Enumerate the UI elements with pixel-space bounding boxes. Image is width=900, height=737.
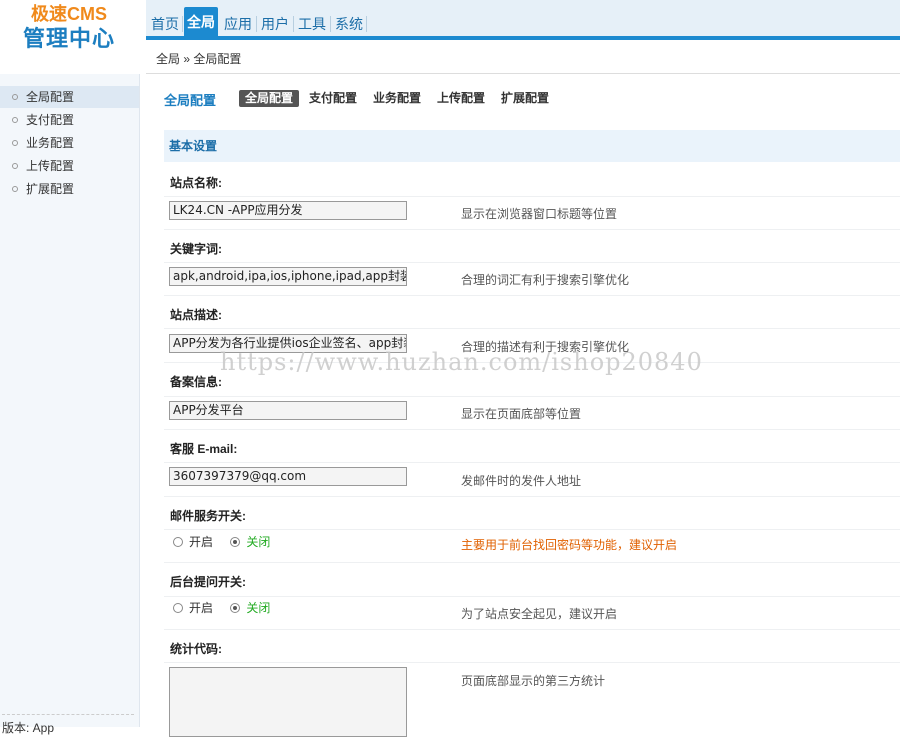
mail-off-radio[interactable] xyxy=(230,536,241,547)
keywords-label: 关键字词: xyxy=(170,242,222,256)
nav-apps[interactable]: 应用 xyxy=(221,12,255,36)
bullet-icon xyxy=(12,185,18,192)
stats-hint: 页面底部显示的第三方统计 xyxy=(461,674,606,688)
icp-hint: 显示在页面底部等位置 xyxy=(461,407,582,421)
nav-tools[interactable]: 工具 xyxy=(295,12,329,36)
question-off-radio[interactable] xyxy=(230,602,241,613)
version-text: 版本: App xyxy=(2,714,134,736)
stats-label: 统计代码: xyxy=(170,642,222,656)
keywords-hint: 合理的词汇有利于搜索引擎优化 xyxy=(461,273,630,287)
top-nav: 首页 全局 应用 用户 工具 系统 xyxy=(146,0,900,40)
sidebar-item-global[interactable]: 全局配置 xyxy=(0,86,139,108)
sidebar-item-payment[interactable]: 支付配置 xyxy=(0,109,139,131)
site-name-hint: 显示在浏览器窗口标题等位置 xyxy=(461,207,618,221)
row-divider xyxy=(164,262,900,263)
mail-off-label[interactable]: 关闭 xyxy=(246,535,270,549)
mail-switch-label: 邮件服务开关: xyxy=(170,509,246,523)
icp-label: 备案信息: xyxy=(170,375,222,389)
sidebar-item-label: 上传配置 xyxy=(26,159,75,173)
nav-divider xyxy=(366,16,367,32)
description-label: 站点描述: xyxy=(170,308,222,322)
row-divider xyxy=(164,629,900,630)
mail-switch-radios: 开启 关闭 xyxy=(173,534,284,550)
nav-users[interactable]: 用户 xyxy=(258,12,292,36)
sidebar-item-label: 全局配置 xyxy=(26,90,75,104)
nav-divider xyxy=(256,16,257,32)
row-divider xyxy=(164,662,900,663)
logo-top-text: 极速CMS xyxy=(31,4,107,24)
bullet-icon xyxy=(12,139,18,146)
description-hint: 合理的描述有利于搜索引擎优化 xyxy=(461,340,630,354)
tab-payment[interactable]: 支付配置 xyxy=(303,90,363,107)
mail-on-label[interactable]: 开启 xyxy=(189,535,213,549)
nav-home[interactable]: 首页 xyxy=(148,12,182,36)
bullet-icon xyxy=(12,116,18,123)
row-divider xyxy=(164,396,900,397)
sidebar: 全局配置 支付配置 业务配置 上传配置 扩展配置 版本: App xyxy=(0,74,140,735)
tab-upload[interactable]: 上传配置 xyxy=(431,90,491,107)
bullet-icon xyxy=(12,162,18,169)
sidebar-gutter xyxy=(140,74,146,727)
nav-global[interactable]: 全局 xyxy=(184,7,218,36)
row-divider xyxy=(164,362,900,363)
row-divider xyxy=(164,295,900,296)
tab-extension[interactable]: 扩展配置 xyxy=(495,90,555,107)
email-hint: 发邮件时的发件人地址 xyxy=(461,474,582,488)
question-switch-hint: 为了站点安全起见，建议开启 xyxy=(461,607,618,621)
row-divider xyxy=(164,196,900,197)
bullet-icon xyxy=(12,93,18,100)
header: 极速CMS 管理中心 首页 全局 应用 用户 工具 系统 xyxy=(0,0,900,51)
logo[interactable]: 极速CMS 管理中心 xyxy=(14,3,124,59)
email-label: 客服 E-mail: xyxy=(170,442,238,456)
nav-divider xyxy=(182,16,183,32)
nav-divider xyxy=(293,16,294,32)
row-divider xyxy=(164,596,900,597)
row-divider xyxy=(164,496,900,497)
row-divider xyxy=(164,462,900,463)
sidebar-item-label: 扩展配置 xyxy=(26,182,75,196)
icp-input[interactable]: APP分发平台 xyxy=(169,401,407,420)
tab-business[interactable]: 业务配置 xyxy=(367,90,427,107)
tab-global[interactable]: 全局配置 xyxy=(239,90,300,107)
page-title: 全局配置 xyxy=(164,93,217,108)
row-divider xyxy=(164,229,900,230)
description-input[interactable]: APP分发为各行业提供ios企业签名、app封装 xyxy=(169,334,407,353)
question-on-label[interactable]: 开启 xyxy=(189,601,213,615)
sidebar-item-label: 支付配置 xyxy=(26,113,75,127)
question-on-radio[interactable] xyxy=(173,602,183,613)
question-switch-label: 后台提问开关: xyxy=(170,575,246,589)
email-input[interactable]: 3607397379@qq.com xyxy=(169,467,407,486)
site-name-label: 站点名称: xyxy=(170,176,222,190)
row-divider xyxy=(164,562,900,563)
row-divider xyxy=(164,429,900,430)
logo-bottom-text: 管理中心 xyxy=(22,26,115,51)
sidebar-item-upload[interactable]: 上传配置 xyxy=(0,155,139,177)
sidebar-item-label: 业务配置 xyxy=(26,136,75,150)
row-divider xyxy=(164,328,900,329)
sidebar-item-extension[interactable]: 扩展配置 xyxy=(0,178,139,200)
nav-divider xyxy=(330,16,331,32)
sidebar-item-business[interactable]: 业务配置 xyxy=(0,132,139,154)
nav-system[interactable]: 系统 xyxy=(332,12,366,36)
keywords-input[interactable]: apk,android,ipa,ios,iphone,ipad,app封装 xyxy=(169,267,407,286)
mail-switch-hint: 主要用于前台找回密码等功能，建议开启 xyxy=(461,538,678,552)
question-off-label[interactable]: 关闭 xyxy=(246,601,270,615)
question-switch-radios: 开启 关闭 xyxy=(173,600,284,616)
row-divider xyxy=(164,529,900,530)
section-header: 基本设置 xyxy=(164,130,900,162)
breadcrumb: 全局 » 全局配置 xyxy=(146,44,900,74)
mail-on-radio[interactable] xyxy=(173,536,183,547)
site-name-input[interactable]: LK24.CN -APP应用分发 xyxy=(169,201,407,220)
